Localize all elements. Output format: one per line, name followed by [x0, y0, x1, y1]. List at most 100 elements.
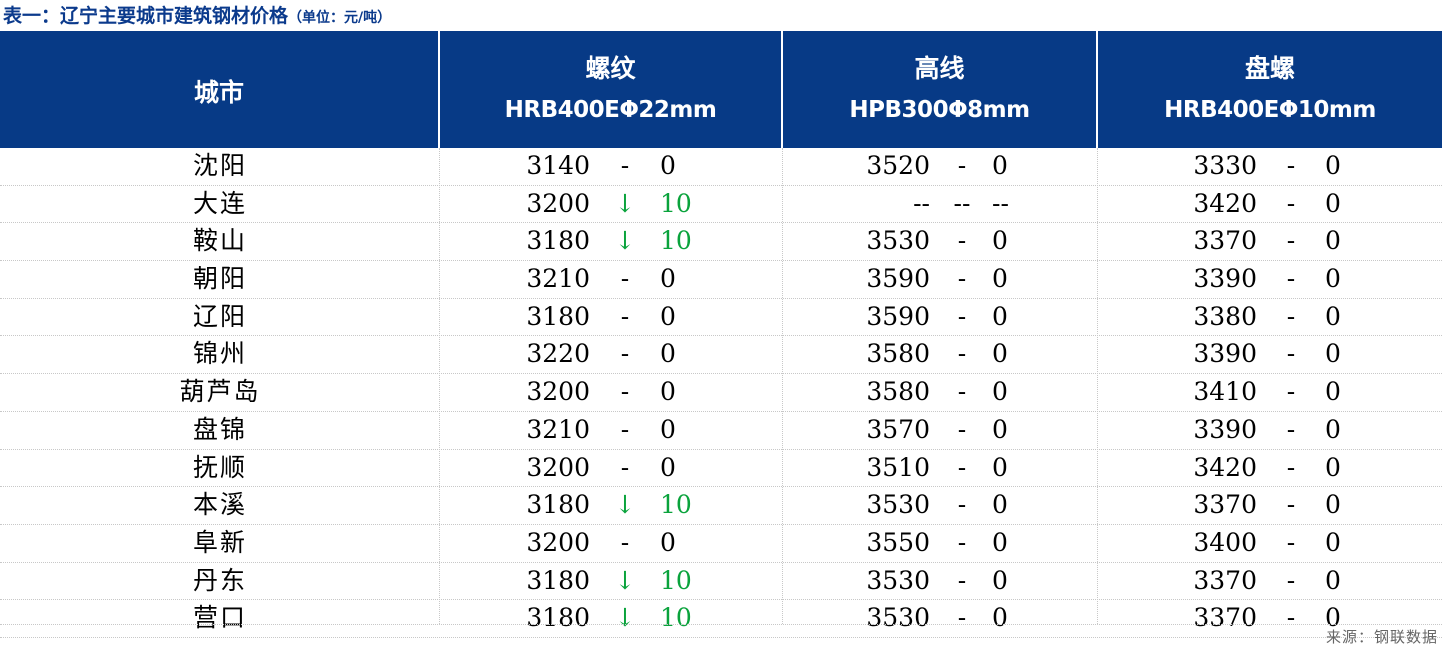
coil-rebar-change: 0: [1325, 527, 1341, 557]
wire-rod-trend: --: [953, 188, 971, 218]
rebar-change: 10: [660, 565, 692, 595]
coil-rebar-trend: -: [1286, 565, 1296, 595]
wire-rod-change: 0: [992, 339, 1008, 369]
table-row: 沈阳 3140-0 3520-0 3330-0: [0, 148, 1442, 186]
wire-rod-price: 3520: [866, 151, 930, 180]
wire-rod-change: 0: [992, 452, 1008, 482]
rebar-trend: ↓: [614, 226, 636, 256]
coil-rebar-trend: -: [1286, 301, 1296, 331]
header-coil-rebar-spec: HRB400EΦ10mm: [1164, 97, 1376, 123]
table-row: 朝阳 3210-0 3590-0 3390-0: [0, 261, 1442, 299]
header-wire-rod-name: 高线: [914, 54, 965, 83]
wire-rod-change: 0: [992, 226, 1008, 256]
coil-rebar-trend: -: [1286, 226, 1296, 256]
coil-rebar-price: 3330: [1193, 151, 1257, 180]
table-row: 辽阳 3180-0 3590-0 3380-0: [0, 299, 1442, 337]
coil-rebar-change: 0: [1325, 151, 1341, 180]
city-cell: 大连: [192, 188, 247, 218]
city-cell: 盘锦: [192, 414, 247, 444]
coil-rebar-change: 0: [1325, 490, 1341, 520]
header-wire-rod-spec: HPB300Φ8mm: [849, 97, 1030, 123]
table-title-main: 表一：辽宁主要城市建筑钢材价格: [3, 5, 289, 27]
rebar-change: 0: [660, 301, 676, 331]
coil-rebar-price: 3390: [1193, 339, 1257, 369]
table-title: 表一：辽宁主要城市建筑钢材价格（单位：元/吨）: [3, 2, 391, 30]
rebar-trend: -: [620, 527, 630, 557]
wire-rod-trend: -: [957, 565, 967, 595]
table-row: 本溪 3180 ↓ 10 3530-0 3370-0: [0, 487, 1442, 525]
coil-rebar-change: 0: [1325, 565, 1341, 595]
table-row: 大连 3200 ↓ 10 -- -- -- 3420-0: [0, 186, 1442, 224]
wire-rod-trend: -: [957, 377, 967, 407]
wire-rod-change: 0: [992, 264, 1008, 294]
header-city: 城市: [0, 31, 438, 148]
coil-rebar-trend: -: [1286, 188, 1296, 218]
coil-rebar-price: 3410: [1193, 377, 1257, 407]
rebar-change: 10: [660, 188, 692, 218]
rebar-price: 3200: [526, 188, 590, 218]
rebar-trend: ↓: [614, 603, 636, 633]
wire-rod-price: 3530: [866, 565, 930, 595]
wire-rod-trend: -: [957, 490, 967, 520]
rebar-trend: -: [620, 339, 630, 369]
city-cell: 抚顺: [192, 452, 247, 482]
rebar-trend: ↓: [614, 188, 636, 218]
table-row: 盘锦 3210-0 3570-0 3390-0: [0, 412, 1442, 450]
rebar-change: 0: [660, 527, 676, 557]
wire-rod-price: 3590: [866, 264, 930, 294]
wire-rod-change: --: [992, 188, 1009, 218]
city-cell: 朝阳: [192, 264, 247, 294]
coil-rebar-change: 0: [1325, 264, 1341, 294]
table-row: 阜新 3200-0 3550-0 3400-0: [0, 525, 1442, 563]
coil-rebar-price: 3370: [1193, 603, 1257, 633]
table-row: 营口 3180 ↓ 10 3530-0 3370-0: [0, 600, 1442, 638]
source-note: 来源：钢联数据: [1325, 628, 1438, 646]
coil-rebar-change: 0: [1325, 452, 1341, 482]
wire-rod-change: 0: [992, 565, 1008, 595]
table-row: 鞍山 3180 ↓ 10 3530-0 3370-0: [0, 223, 1442, 262]
wire-rod-price: 3530: [866, 490, 930, 520]
table-body: 沈阳 3140-0 3520-0 3330-0 大连 3200 ↓ 10 -- -- -- 3420-…: [0, 148, 1442, 638]
header-city-label: 城市: [193, 78, 244, 107]
header-rebar-name: 螺纹: [585, 54, 636, 83]
rebar-change: 0: [660, 377, 676, 407]
city-cell: 葫芦岛: [179, 377, 261, 407]
coil-rebar-trend: -: [1286, 151, 1296, 180]
rebar-price: 3200: [526, 377, 590, 407]
coil-rebar-trend: -: [1286, 339, 1296, 369]
wire-rod-trend: -: [957, 151, 967, 180]
rebar-change: 0: [660, 151, 676, 180]
rebar-change: 10: [660, 603, 692, 633]
wire-rod-price: 3550: [866, 527, 930, 557]
coil-rebar-price: 3370: [1193, 490, 1257, 520]
table-row: 葫芦岛 3200-0 3580-0 3410-0: [0, 374, 1442, 412]
wire-rod-price: 3580: [866, 339, 930, 369]
wire-rod-change: 0: [992, 377, 1008, 407]
city-cell: 本溪: [192, 490, 247, 520]
coil-rebar-price: 3390: [1193, 414, 1257, 444]
wire-rod-change: 0: [992, 490, 1008, 520]
coil-rebar-price: 3400: [1193, 527, 1257, 557]
wire-rod-change: 0: [992, 301, 1008, 331]
wire-rod-price: 3530: [866, 226, 930, 256]
wire-rod-price: 3590: [866, 301, 930, 331]
wire-rod-trend: -: [957, 301, 967, 331]
rebar-change: 0: [660, 414, 676, 444]
wire-rod-price: 3510: [866, 452, 930, 482]
header-coil-rebar: 盘螺 HRB400EΦ10mm: [1098, 31, 1442, 148]
wire-rod-change: 0: [992, 527, 1008, 557]
rebar-trend: -: [620, 151, 630, 180]
coil-rebar-change: 0: [1325, 339, 1341, 369]
wire-rod-trend: -: [957, 603, 967, 633]
coil-rebar-price: 3370: [1193, 565, 1257, 595]
rebar-trend: -: [620, 414, 630, 444]
wire-rod-change: 0: [992, 151, 1008, 180]
table-title-unit: （单位：元/吨）: [288, 10, 392, 26]
table-row: 锦州 3220-0 3580-0 3390-0: [0, 336, 1442, 375]
wire-rod-trend: -: [957, 452, 967, 482]
rebar-change: 0: [660, 264, 676, 294]
coil-rebar-change: 0: [1325, 226, 1341, 256]
rebar-price: 3180: [526, 226, 590, 256]
city-cell: 阜新: [192, 527, 247, 557]
rebar-price: 3220: [526, 339, 590, 369]
